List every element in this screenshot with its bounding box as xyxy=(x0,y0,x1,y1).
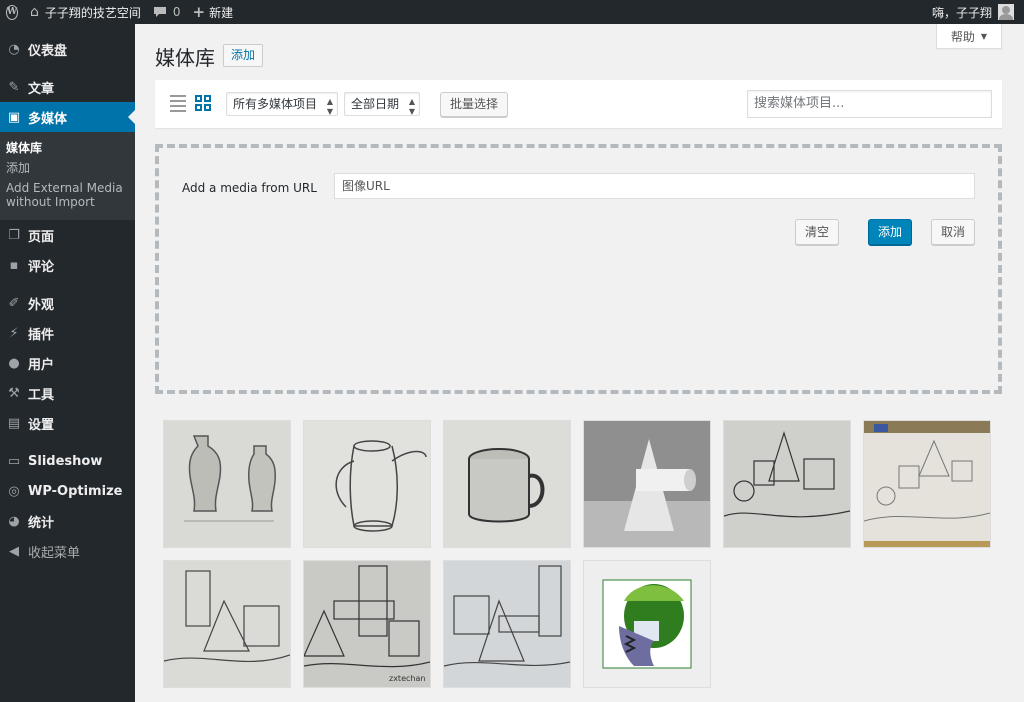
sidebar-item-pages[interactable]: ❐ 页面 xyxy=(0,220,135,250)
sidebar-item-label: 统计 xyxy=(28,515,55,531)
sidebar-item-label: 外观 xyxy=(28,297,55,313)
sidebar-item-label: 设置 xyxy=(28,417,55,433)
sidebar-item-label: 评论 xyxy=(28,259,55,275)
optimize-icon: ◎ xyxy=(8,483,20,499)
admin-sidebar: ◔ 仪表盘 ✎ 文章 ▣ 多媒体 媒体库 添加 Add External Med… xyxy=(0,24,135,702)
brush-icon: ✐ xyxy=(8,295,20,311)
bulk-select-button[interactable]: 批量选择 xyxy=(440,92,509,117)
pie-chart-icon: ◕ xyxy=(8,513,20,529)
slideshow-icon: ▭ xyxy=(7,453,21,469)
media-type-filter[interactable]: 所有多媒体项目 ▲ ▼ xyxy=(226,92,339,116)
sidebar-item-label: 页面 xyxy=(28,229,55,245)
submenu-item-add[interactable]: 添加 xyxy=(0,158,135,178)
select-arrows-icon: ▲ ▼ xyxy=(326,97,334,116)
page-title: 媒体库 xyxy=(155,46,215,70)
sidebar-item-slideshow[interactable]: ▭ Slideshow xyxy=(0,446,135,476)
media-item-geometric-still-life-sketch[interactable] xyxy=(723,420,851,548)
sidebar-item-label: 工具 xyxy=(28,387,55,403)
add-new-button[interactable]: 添加 xyxy=(223,44,264,67)
help-label: 帮助 xyxy=(950,29,975,44)
collapse-menu-button[interactable]: ◀ 收起菜单 xyxy=(0,536,135,566)
sidebar-item-label: 多媒体 xyxy=(28,111,68,127)
grid-view-icon[interactable] xyxy=(195,95,211,111)
sidebar-item-wp-optimize[interactable]: ◎ WP-Optimize xyxy=(0,476,135,506)
sidebar-item-label: Slideshow xyxy=(28,453,103,469)
media-item-vase-sketch[interactable] xyxy=(163,420,291,548)
media-toolbar: 所有多媒体项目 ▲ ▼ 全部日期 ▲ ▼ 批量选择 搜索媒体项目... xyxy=(155,80,1002,128)
search-input[interactable]: 搜索媒体项目... xyxy=(747,90,992,118)
pin-icon: ✎ xyxy=(8,79,20,95)
help-tab-button[interactable]: 帮助 ▼ xyxy=(936,24,1002,49)
plus-icon: + xyxy=(192,3,206,21)
media-item-cylinder-prism-cone-sketch[interactable]: zxtechan xyxy=(303,560,431,688)
new-content-link[interactable]: + 新建 xyxy=(187,0,240,24)
home-icon: ⌂ xyxy=(30,4,39,20)
image-url-input[interactable]: 图像URL xyxy=(334,173,975,199)
url-upload-panel: Add a media from URL 图像URL 清空 添加 取消 xyxy=(155,144,1002,394)
sidebar-item-users[interactable]: ● 用户 xyxy=(0,348,135,378)
sidebar-item-label: 文章 xyxy=(28,81,55,97)
sidebar-item-tools[interactable]: ⚒ 工具 xyxy=(0,378,135,408)
sidebar-item-settings[interactable]: ▤ 设置 xyxy=(0,408,135,438)
user-icon: ● xyxy=(8,355,20,371)
sidebar-item-posts[interactable]: ✎ 文章 xyxy=(0,72,135,102)
add-button[interactable]: 添加 xyxy=(868,219,913,245)
sidebar-item-label: 用户 xyxy=(28,357,55,373)
media-icon: ▣ xyxy=(7,109,21,125)
sidebar-item-media[interactable]: ▣ 多媒体 xyxy=(0,102,135,132)
comments-link[interactable]: 0 xyxy=(147,0,187,24)
wordpress-logo-icon[interactable]: W xyxy=(0,0,24,24)
comments-count: 0 xyxy=(172,5,181,19)
sidebar-item-appearance[interactable]: ✐ 外观 xyxy=(0,288,135,318)
list-view-icon[interactable] xyxy=(170,95,186,112)
select-arrows-icon: ▲ ▼ xyxy=(408,97,416,116)
clear-button[interactable]: 清空 xyxy=(795,219,840,245)
comment-bubble-icon xyxy=(153,7,166,17)
sidebar-item-label: 插件 xyxy=(28,327,55,343)
submenu-item-external-media[interactable]: Add External Media without Import xyxy=(0,178,135,212)
admin-bar: W ⌂ 子子翔的技艺空间 0 + 新建 嗨，子子翔 xyxy=(0,0,1024,24)
sidebar-item-label: WP-Optimize xyxy=(28,483,123,499)
plugin-icon: ⚡ xyxy=(9,325,19,341)
sidebar-item-label: 收起菜单 xyxy=(28,545,81,561)
media-item-cube-cone-cylinder-sketch[interactable] xyxy=(443,560,571,688)
date-filter[interactable]: 全部日期 ▲ ▼ xyxy=(344,92,421,116)
media-item-cylinder-cone-prism-sketch[interactable] xyxy=(163,560,291,688)
comment-icon: ▪ xyxy=(9,257,19,273)
sidebar-item-stats[interactable]: ◕ 统计 xyxy=(0,506,135,536)
sidebar-item-label: 仪表盘 xyxy=(28,43,68,59)
url-label: Add a media from URL xyxy=(182,181,317,195)
settings-icon: ▤ xyxy=(7,415,21,431)
dashboard-icon: ◔ xyxy=(8,41,20,57)
avatar[interactable] xyxy=(998,4,1014,20)
sidebar-item-dashboard[interactable]: ◔ 仪表盘 xyxy=(0,34,135,64)
media-type-filter-value: 所有多媒体项目 xyxy=(233,97,318,111)
media-item-teapot-sketch[interactable] xyxy=(303,420,431,548)
site-name-link[interactable]: ⌂ 子子翔的技艺空间 xyxy=(24,0,147,24)
media-item-head-scan-thumbnail[interactable] xyxy=(583,560,711,688)
sidebar-item-comments[interactable]: ▪ 评论 xyxy=(0,250,135,280)
media-submenu: 媒体库 添加 Add External Media without Import xyxy=(0,132,135,220)
media-item-geometric-drawings-photo[interactable] xyxy=(863,420,991,548)
svg-text:zxtechan: zxtechan xyxy=(389,674,425,683)
page-icon: ❐ xyxy=(8,227,20,243)
media-item-mug-sketch[interactable] xyxy=(443,420,571,548)
main-content: 帮助 ▼ 媒体库 添加 所有多媒体项目 ▲ ▼ 全部日期 ▲ ▼ 批量选择 搜索媒体… xyxy=(135,24,1024,702)
wrench-icon: ⚒ xyxy=(8,385,20,401)
cancel-button[interactable]: 取消 xyxy=(931,219,976,245)
media-item-cone-cylinder-render[interactable] xyxy=(583,420,711,548)
date-filter-value: 全部日期 xyxy=(351,97,400,111)
site-name: 子子翔的技艺空间 xyxy=(44,5,141,20)
chevron-down-icon: ▼ xyxy=(980,31,988,41)
submenu-item-library[interactable]: 媒体库 xyxy=(0,138,135,158)
greeting-link[interactable]: 嗨，子子翔 xyxy=(932,4,992,21)
new-label: 新建 xyxy=(209,5,234,20)
sidebar-item-plugins[interactable]: ⚡ 插件 xyxy=(0,318,135,348)
collapse-icon: ◀ xyxy=(9,543,19,559)
